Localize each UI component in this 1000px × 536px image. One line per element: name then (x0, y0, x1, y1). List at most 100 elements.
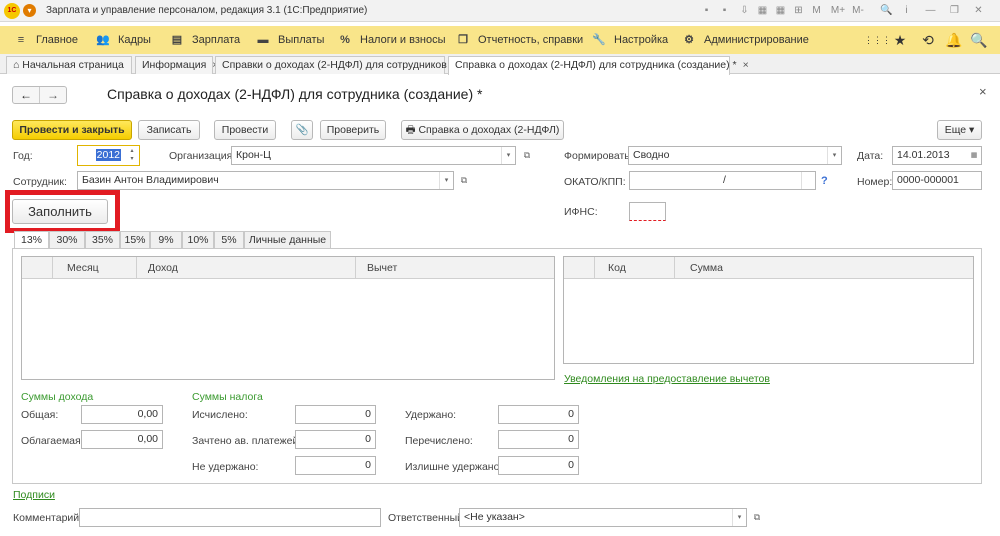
open-icon[interactable]: ⧉ (456, 172, 472, 188)
notifications-bell-icon[interactable]: 🔔 (945, 31, 963, 49)
deduction-notices-link[interactable]: Уведомления на предоставление вычетов (564, 373, 770, 385)
back-arrow-icon[interactable]: ← (13, 87, 40, 103)
not-withheld-field[interactable]: 0 (295, 456, 376, 475)
section-payments[interactable]: ▬ Выплаты (256, 26, 325, 54)
attach-icon[interactable]: 📎 (291, 120, 313, 140)
print-icon[interactable]: ▪ (718, 4, 731, 17)
income-table[interactable]: Месяц Доход Вычет (21, 256, 555, 380)
form-type-field[interactable]: Сводно ▾ (628, 146, 842, 165)
form-close-icon[interactable]: × (979, 84, 987, 99)
export-icon[interactable]: ⇩ (738, 4, 751, 17)
calendar-icon[interactable]: ▦ (756, 4, 769, 17)
save-button[interactable]: Записать (138, 120, 200, 140)
tab-ndfl-create[interactable]: Справка о доходах (2-НДФЛ) для сотрудник… (448, 56, 749, 75)
close-icon[interactable]: × (743, 59, 749, 71)
post-and-close-button[interactable]: Провести и закрыть (12, 120, 132, 140)
withheld-field[interactable]: 0 (498, 405, 579, 424)
tab-rate-13[interactable]: 13% (14, 231, 49, 249)
comment-field[interactable] (79, 508, 381, 527)
year-field[interactable]: 2012 ▴ ▾ (77, 145, 140, 166)
number-field[interactable]: 0000-000001 (892, 171, 982, 190)
deductions-table[interactable]: Код Сумма (563, 256, 974, 364)
tab-information[interactable]: Информация× (135, 56, 218, 74)
minimize-icon[interactable]: — (924, 4, 937, 17)
column-code[interactable]: Код (608, 257, 626, 279)
section-reports[interactable]: ❐ Отчетность, справки (456, 26, 583, 54)
section-settings[interactable]: 🔧 Настройка (592, 26, 668, 54)
tab-rate-30[interactable]: 30% (49, 231, 85, 249)
total-income-field[interactable]: 0,00 (81, 405, 163, 424)
memory-minus-icon[interactable]: M- (850, 4, 866, 17)
employee-field[interactable]: Базин Антон Владимирович ▾ (77, 171, 454, 190)
apps-grid-icon[interactable]: ⋮⋮⋮ (864, 31, 891, 49)
history-icon[interactable]: ⟲ (919, 31, 937, 49)
section-admin[interactable]: ⚙ Администрирование (682, 26, 809, 54)
forward-arrow-icon[interactable]: → (40, 87, 66, 103)
favorites-star-icon[interactable]: ★ (891, 31, 909, 49)
responsible-field[interactable]: <Не указан> ▾ (459, 508, 747, 527)
column-sum[interactable]: Сумма (690, 257, 723, 279)
calendar-icon[interactable]: ▦ (967, 147, 981, 164)
tab-rate-5[interactable]: 5% (214, 231, 244, 249)
memory-plus-icon[interactable]: M+ (830, 4, 846, 17)
open-icon[interactable]: ⧉ (749, 509, 765, 525)
calculated-label: Исчислено: (192, 409, 248, 421)
print-ndfl-button[interactable]: 🖶 Справка о доходах (2-НДФЛ) (401, 120, 564, 140)
tab-label: Информация (142, 59, 207, 71)
dropdown-icon[interactable]: ▾ (732, 509, 746, 526)
main-menu-arrow-icon[interactable]: ▾ (23, 4, 36, 17)
column-income[interactable]: Доход (148, 257, 178, 279)
dropdown-icon[interactable] (801, 172, 815, 189)
section-main[interactable]: ≡ Главное (14, 26, 78, 54)
ifns-field[interactable] (629, 202, 666, 221)
open-icon[interactable]: ⧉ (519, 147, 535, 163)
tab-personal-data[interactable]: Личные данные (244, 231, 331, 249)
calculated-field[interactable]: 0 (295, 405, 376, 424)
column-deduction[interactable]: Вычет (367, 257, 397, 279)
tab-rate-10[interactable]: 10% (182, 231, 214, 249)
dropdown-icon[interactable]: ▾ (439, 172, 453, 189)
help-icon[interactable]: ? (821, 175, 828, 187)
tab-ndfl-list[interactable]: Справки о доходах (2-НДФЛ) для сотрудник… (215, 56, 459, 74)
info-icon[interactable]: i (900, 4, 913, 17)
close-icon[interactable]: ✕ (972, 4, 985, 17)
signatures-link[interactable]: Подписи (13, 489, 55, 501)
search-icon[interactable]: 🔍 (880, 4, 893, 17)
home-icon: ⌂ (13, 59, 20, 71)
tab-rate-9[interactable]: 9% (150, 231, 182, 249)
date-field[interactable]: 14.01.2013 ▦ (892, 146, 982, 165)
post-button[interactable]: Провести (214, 120, 276, 140)
okato-kpp-field[interactable]: / (629, 171, 816, 190)
tab-home[interactable]: ⌂ Начальная страница (6, 56, 132, 74)
more-button[interactable]: Еще ▾ (937, 120, 982, 140)
history-nav: ← → (12, 86, 67, 104)
dropdown-icon[interactable]: ▾ (827, 147, 841, 164)
print-label: Справка о доходах (2-НДФЛ) (418, 124, 560, 136)
section-hr[interactable]: 👥 Кадры (96, 26, 151, 54)
window-titlebar: 1С ▾ Зарплата и управление персоналом, р… (0, 0, 1000, 22)
section-taxes[interactable]: % Налоги и взносы (338, 26, 445, 54)
compare-icon[interactable]: ⊞ (792, 4, 805, 17)
organization-field[interactable]: Крон-Ц ▾ (231, 146, 516, 165)
taxable-income-field[interactable]: 0,00 (81, 430, 163, 449)
calculator-icon[interactable]: ▦ (774, 4, 787, 17)
highlight-frame (5, 190, 120, 233)
dropdown-icon[interactable]: ▾ (501, 147, 515, 164)
tab-rate-15[interactable]: 15% (120, 231, 150, 249)
percent-icon: % (340, 34, 350, 46)
spin-icon[interactable]: ▴ ▾ (127, 147, 137, 164)
form-type-value: Сводно (633, 149, 670, 161)
over-withheld-field[interactable]: 0 (498, 456, 579, 475)
global-search-icon[interactable]: 🔍 (970, 31, 988, 49)
column-month[interactable]: Месяц (67, 257, 99, 279)
date-label: Дата: (857, 150, 884, 162)
restore-icon[interactable]: ❐ (948, 4, 961, 17)
taxable-income-label: Облагаемая: (21, 435, 84, 447)
save-icon[interactable]: ▪ (700, 4, 713, 17)
transferred-field[interactable]: 0 (498, 430, 579, 449)
offset-advance-field[interactable]: 0 (295, 430, 376, 449)
tab-rate-35[interactable]: 35% (85, 231, 120, 249)
memory-m-icon[interactable]: M (810, 4, 823, 17)
check-button[interactable]: Проверить (320, 120, 386, 140)
section-salary[interactable]: ▤ Зарплата (170, 26, 240, 54)
